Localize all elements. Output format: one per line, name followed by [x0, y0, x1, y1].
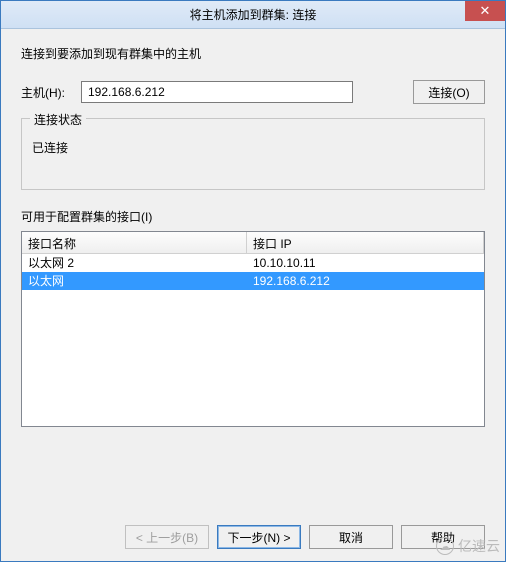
close-icon: ✕: [480, 3, 491, 19]
cell-interface-ip: 10.10.10.11: [247, 254, 484, 272]
connection-status-group: 连接状态 已连接: [21, 118, 485, 190]
interfaces-list[interactable]: 接口名称 接口 IP 以太网 210.10.10.11以太网192.168.6.…: [21, 231, 485, 427]
table-row[interactable]: 以太网192.168.6.212: [22, 272, 484, 290]
host-row: 主机(H): 连接(O): [21, 80, 485, 104]
status-text: 已连接: [32, 139, 474, 156]
status-group-title: 连接状态: [30, 111, 86, 128]
instruction-text: 连接到要添加到现有群集中的主机: [21, 45, 485, 62]
button-row: < 上一步(B) 下一步(N) > 取消 帮助: [21, 505, 485, 549]
dialog-window: 将主机添加到群集: 连接 ✕ 连接到要添加到现有群集中的主机 主机(H): 连接…: [0, 0, 506, 562]
titlebar: 将主机添加到群集: 连接 ✕: [1, 1, 505, 29]
list-body: 以太网 210.10.10.11以太网192.168.6.212: [22, 254, 484, 290]
cancel-button[interactable]: 取消: [309, 525, 393, 549]
back-button: < 上一步(B): [125, 525, 209, 549]
next-button[interactable]: 下一步(N) >: [217, 525, 301, 549]
table-row[interactable]: 以太网 210.10.10.11: [22, 254, 484, 272]
close-button[interactable]: ✕: [465, 1, 505, 21]
help-button[interactable]: 帮助: [401, 525, 485, 549]
host-input[interactable]: [81, 81, 353, 103]
cell-interface-ip: 192.168.6.212: [247, 272, 484, 290]
interfaces-label: 可用于配置群集的接口(I): [21, 208, 485, 225]
col-header-ip[interactable]: 接口 IP: [247, 232, 484, 253]
list-header: 接口名称 接口 IP: [22, 232, 484, 254]
host-label: 主机(H):: [21, 84, 73, 101]
cell-interface-name: 以太网: [22, 272, 247, 290]
window-title: 将主机添加到群集: 连接: [190, 6, 317, 23]
cell-interface-name: 以太网 2: [22, 254, 247, 272]
content-area: 连接到要添加到现有群集中的主机 主机(H): 连接(O) 连接状态 已连接 可用…: [1, 29, 505, 561]
col-header-name[interactable]: 接口名称: [22, 232, 247, 253]
connect-button[interactable]: 连接(O): [413, 80, 485, 104]
